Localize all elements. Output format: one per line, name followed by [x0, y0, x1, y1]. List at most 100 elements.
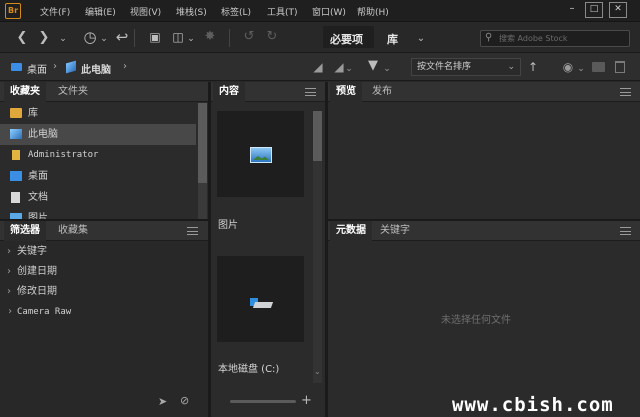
thumbnail-label-pictures: 图片	[218, 220, 238, 231]
app-logo: Br	[5, 3, 21, 19]
refine-icon[interactable]: ◫	[170, 29, 186, 45]
photoshop-downloader-icon[interactable]: ✸	[202, 29, 218, 45]
tab-favorites[interactable]: 收藏夹	[4, 82, 46, 102]
chevron-down-icon[interactable]: ⌄	[186, 31, 196, 47]
search-input[interactable]	[499, 32, 627, 45]
desktop-icon	[10, 171, 22, 181]
content-scroll-thumb[interactable]	[313, 111, 322, 161]
scroll-down-icon[interactable]: ⌄	[314, 367, 321, 376]
workspace-essentials[interactable]: 必要项	[330, 31, 363, 47]
pin-icon[interactable]: ➤	[158, 395, 167, 408]
sort-label: 按文件名排序	[417, 62, 472, 72]
filter-item-date-created[interactable]: › 创建日期	[0, 262, 208, 282]
favorites-scroll-thumb[interactable]	[198, 103, 207, 183]
favorite-label: Administrator	[28, 150, 99, 160]
favorite-item-administrator[interactable]: Administrator	[0, 145, 196, 166]
delete-icon[interactable]	[615, 61, 625, 73]
panel-menu-icon[interactable]	[620, 227, 631, 235]
clear-filter-icon[interactable]: ⊘	[180, 394, 189, 407]
panel-menu-icon[interactable]	[620, 88, 631, 96]
forward-icon[interactable]: ❯	[38, 30, 50, 46]
toolbar-divider	[134, 29, 135, 47]
tab-filter[interactable]: 筛选器	[4, 221, 46, 241]
tab-content[interactable]: 内容	[213, 82, 245, 102]
menu-bar: Br 文件(F) 编辑(E) 视图(V) 堆栈(S) 标签(L) 工具(T) 窗…	[0, 0, 640, 22]
desktop-icon	[11, 63, 22, 71]
menu-stack[interactable]: 堆栈(S)	[176, 5, 207, 18]
favorite-item-library[interactable]: 库	[0, 103, 196, 124]
filter-item-keywords[interactable]: › 关键字	[0, 242, 208, 262]
favorite-label: 此电脑	[28, 129, 58, 140]
quality-icon[interactable]: ◢	[310, 59, 326, 75]
search-icon: ⚲	[485, 32, 493, 43]
chevron-down-icon[interactable]: ⌄	[344, 61, 354, 77]
chevron-down-icon[interactable]: ⌄	[99, 31, 109, 47]
thumbnail-local-disk[interactable]	[217, 256, 304, 342]
new-folder-icon[interactable]	[592, 62, 605, 72]
toolbar-divider	[229, 29, 230, 47]
tab-preview[interactable]: 预览	[330, 82, 362, 102]
favorite-item-documents[interactable]: 文档	[0, 187, 196, 208]
filter-item-camera-raw[interactable]: › Camera Raw	[0, 302, 208, 322]
tab-publish[interactable]: 发布	[366, 82, 398, 102]
menu-edit[interactable]: 编辑(E)	[85, 5, 116, 18]
sort-ascending-icon[interactable]: ↑	[527, 59, 539, 75]
recent-history-icon[interactable]: ◷	[82, 29, 98, 45]
tab-folders[interactable]: 文件夹	[52, 82, 94, 102]
zoom-in-icon[interactable]: +	[301, 393, 312, 408]
favorites-scrollbar[interactable]	[198, 103, 207, 220]
rotate-left-icon[interactable]: ↺	[242, 29, 256, 45]
menu-label[interactable]: 标签(L)	[221, 5, 251, 18]
metadata-tabbar: 元数据 关键字	[328, 221, 640, 241]
chevron-right-icon: ›	[7, 306, 14, 317]
close-button[interactable]: ✕	[609, 2, 627, 18]
menu-tools[interactable]: 工具(T)	[267, 5, 298, 18]
crumb-this-pc[interactable]: 此电脑	[81, 61, 111, 76]
minimize-button[interactable]: –	[563, 2, 581, 18]
thumbnail-label-local-disk: 本地磁盘 (C:)	[218, 364, 280, 375]
menu-file[interactable]: 文件(F)	[40, 5, 70, 18]
favorite-item-desktop[interactable]: 桌面	[0, 166, 196, 187]
back-icon[interactable]: ❮	[16, 30, 28, 46]
computer-icon	[10, 129, 22, 139]
document-icon	[11, 192, 20, 203]
empty-selection-text: 未选择任何文件	[441, 315, 511, 326]
landscape-glyph	[253, 156, 269, 160]
chevron-down-icon: ⌄	[507, 62, 515, 72]
chevron-down-icon[interactable]: ⌄	[577, 61, 585, 77]
search-box[interactable]: ⚲	[480, 30, 630, 47]
favorites-panel: 收藏夹 文件夹 库 此电脑 Administrator 桌面 文档 图片	[0, 82, 208, 220]
favorite-label: 库	[28, 108, 38, 119]
filter-tabbar: 筛选器 收藏集	[0, 221, 208, 241]
menu-help[interactable]: 帮助(H)	[357, 5, 389, 18]
filter-icon[interactable]: ▼	[366, 58, 380, 74]
tab-metadata[interactable]: 元数据	[330, 221, 372, 241]
chevron-down-icon[interactable]: ⌄	[58, 31, 68, 47]
chevron-down-icon[interactable]: ⌄	[382, 61, 392, 77]
computer-icon	[66, 60, 76, 74]
chevron-right-icon: ›	[7, 266, 11, 277]
rotate-right-icon[interactable]: ↻	[265, 29, 279, 45]
camera-icon[interactable]: ▣	[147, 29, 163, 45]
panel-menu-icon[interactable]	[187, 227, 198, 235]
crumb-separator-icon: ›	[123, 61, 127, 72]
thumbnail-pictures[interactable]	[217, 111, 304, 197]
return-icon[interactable]: ↩	[114, 29, 130, 45]
pictures-folder-icon	[250, 147, 272, 163]
content-scrollbar[interactable]	[313, 111, 322, 383]
crumb-desktop[interactable]: 桌面	[27, 61, 47, 76]
workspace-chevron-icon[interactable]: ⌄	[415, 31, 427, 47]
sort-dropdown[interactable]: 按文件名排序 ⌄	[411, 58, 521, 76]
open-recent-icon[interactable]: ◉	[561, 59, 575, 75]
maximize-button[interactable]: □	[585, 2, 603, 18]
filter-item-date-modified[interactable]: › 修改日期	[0, 282, 208, 302]
favorite-item-this-pc[interactable]: 此电脑	[0, 124, 196, 145]
workspace-library[interactable]: 库	[387, 31, 398, 47]
menu-view[interactable]: 视图(V)	[130, 5, 161, 18]
thumbnail-size-slider[interactable]	[230, 400, 296, 403]
drive-icon	[250, 296, 274, 310]
menu-window[interactable]: 窗口(W)	[312, 5, 346, 18]
panel-menu-icon[interactable]	[305, 88, 316, 96]
tab-collections[interactable]: 收藏集	[52, 221, 94, 241]
tab-keywords[interactable]: 关键字	[374, 221, 416, 241]
